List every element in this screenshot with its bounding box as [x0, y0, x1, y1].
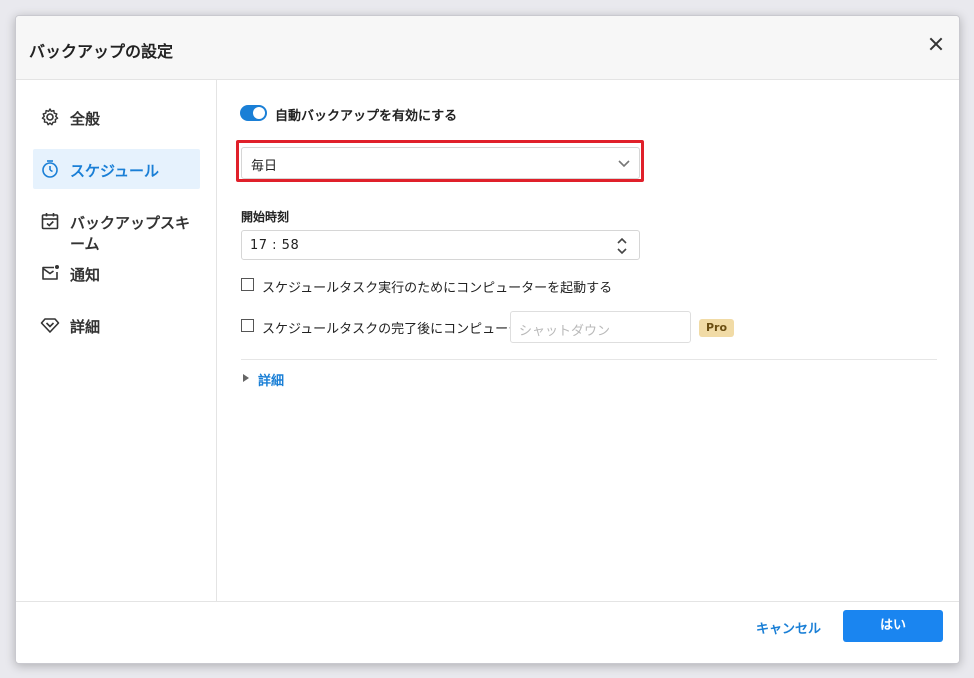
sidebar-item-label: 全般 [70, 110, 101, 128]
sidebar-item-label: 詳細 [70, 318, 101, 336]
sidebar-item-general[interactable]: 全般 [33, 97, 200, 137]
timer-icon [42, 160, 58, 178]
sidebar-item-advanced[interactable]: 詳細 [33, 305, 200, 345]
cancel-button[interactable]: キャンセル [756, 618, 821, 637]
title-bar: バックアップの設定 [16, 16, 959, 80]
schedule-panel: 自動バックアップを有効にする 毎日 開始時刻 17 : 58 スケジュールタスク… [217, 80, 959, 601]
details-label: 詳細 [258, 374, 285, 389]
after-task-row: スケジュールタスクの完了後にコンピューターを [241, 317, 547, 337]
close-icon[interactable] [926, 34, 946, 54]
wake-computer-checkbox[interactable] [241, 278, 254, 291]
expand-triangle-icon [243, 374, 249, 382]
dialog-footer: キャンセル はい [16, 601, 959, 663]
diamond-icon [40, 318, 60, 333]
frequency-select[interactable]: 毎日 [241, 147, 640, 179]
auto-backup-label: 自動バックアップを有効にする [275, 109, 458, 124]
pro-badge: Pro [699, 319, 735, 337]
divider [241, 359, 937, 360]
sidebar-item-notification[interactable]: 通知 [33, 253, 200, 293]
sidebar: 全般 スケジュール バックアップスキーム 通知 詳細 [16, 80, 217, 601]
chevron-down-icon [618, 160, 630, 168]
sidebar-item-label: スケジュール [70, 162, 159, 180]
sidebar-item-backup-scheme[interactable]: バックアップスキーム [33, 201, 200, 253]
up-down-spinner-icon[interactable] [615, 235, 629, 257]
after-action-placeholder: シャットダウン [519, 324, 611, 339]
sidebar-item-schedule[interactable]: スケジュール [33, 149, 200, 189]
sidebar-item-label: 通知 [70, 266, 101, 284]
auto-backup-toggle[interactable] [240, 105, 267, 121]
wake-computer-row: スケジュールタスク実行のためにコンピューターを起動する [241, 276, 612, 296]
after-task-checkbox[interactable] [241, 319, 254, 332]
toggle-knob [253, 107, 265, 119]
calendar-check-icon [41, 213, 59, 230]
dialog-title: バックアップの設定 [29, 42, 174, 61]
wake-computer-label: スケジュールタスク実行のためにコンピューターを起動する [262, 281, 613, 296]
start-time-value: 17 : 58 [250, 238, 300, 253]
after-task-label: スケジュールタスクの完了後にコンピューターを [262, 322, 548, 337]
backup-settings-dialog: バックアップの設定 全般 スケジュール バックアップスキーム 通知 詳細 自動バ… [15, 15, 960, 664]
frequency-value: 毎日 [251, 159, 278, 174]
gear-icon [41, 108, 59, 126]
start-time-label: 開始時刻 [241, 210, 290, 224]
sidebar-item-label: バックアップスキーム [70, 214, 191, 253]
ok-button[interactable]: はい [843, 610, 943, 642]
start-time-input[interactable]: 17 : 58 [241, 230, 640, 260]
after-action-field[interactable]: シャットダウン [510, 311, 691, 343]
mail-icon [42, 265, 59, 280]
